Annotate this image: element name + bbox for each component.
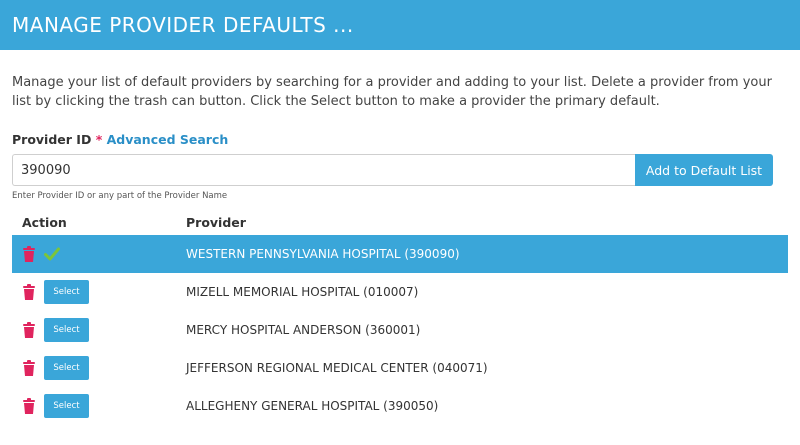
- providers-table: Action Provider WESTERN PENNSYLVANIA HOS…: [12, 209, 788, 425]
- provider-search-row: Add to Default List: [12, 154, 788, 186]
- advanced-search-link[interactable]: Advanced Search: [107, 132, 229, 147]
- table-body: WESTERN PENNSYLVANIA HOSPITAL (390090) Se…: [12, 235, 788, 425]
- add-to-default-list-button[interactable]: Add to Default List: [635, 154, 773, 186]
- provider-name: MERCY HOSPITAL ANDERSON (360001): [186, 323, 421, 337]
- row-actions: [12, 246, 186, 262]
- trash-icon[interactable]: [22, 360, 36, 376]
- table-row: Select JEFFERSON REGIONAL MEDICAL CENTER …: [12, 349, 788, 387]
- trash-icon[interactable]: [22, 246, 36, 262]
- select-button[interactable]: Select: [44, 394, 89, 418]
- required-marker: *: [95, 132, 103, 147]
- trash-icon[interactable]: [22, 398, 36, 414]
- page-title: MANAGE PROVIDER DEFAULTS ...: [12, 13, 354, 37]
- provider-name: JEFFERSON REGIONAL MEDICAL CENTER (04007…: [186, 361, 488, 375]
- table-header: Action Provider: [12, 209, 788, 235]
- checkmark-icon: [44, 247, 60, 261]
- instructions-text: Manage your list of default providers by…: [12, 75, 772, 109]
- page-header: MANAGE PROVIDER DEFAULTS ...: [0, 0, 800, 50]
- provider-column-header: Provider: [186, 214, 246, 230]
- select-button[interactable]: Select: [44, 356, 89, 380]
- action-column-header: Action: [22, 214, 67, 230]
- row-actions: Select: [12, 356, 186, 380]
- table-row: Select ALLEGHENY GENERAL HOSPITAL (390050…: [12, 387, 788, 425]
- provider-id-hint: Enter Provider ID or any part of the Pro…: [12, 191, 228, 201]
- trash-icon[interactable]: [22, 322, 36, 338]
- select-button[interactable]: Select: [44, 280, 89, 304]
- provider-name: WESTERN PENNSYLVANIA HOSPITAL (390090): [186, 247, 460, 261]
- row-actions: Select: [12, 394, 186, 418]
- table-row: Select MIZELL MEMORIAL HOSPITAL (010007): [12, 273, 788, 311]
- row-actions: Select: [12, 318, 186, 342]
- provider-name: MIZELL MEMORIAL HOSPITAL (010007): [186, 285, 419, 299]
- table-row: Select MERCY HOSPITAL ANDERSON (360001): [12, 311, 788, 349]
- main-content: Manage your list of default providers by…: [0, 73, 800, 425]
- trash-icon[interactable]: [22, 284, 36, 300]
- provider-name: ALLEGHENY GENERAL HOSPITAL (390050): [186, 399, 439, 413]
- table-row: WESTERN PENNSYLVANIA HOSPITAL (390090): [12, 235, 788, 273]
- provider-id-label: Provider ID: [12, 132, 92, 147]
- select-button[interactable]: Select: [44, 318, 89, 342]
- provider-id-input[interactable]: [12, 154, 635, 186]
- row-actions: Select: [12, 280, 186, 304]
- provider-id-label-row: Provider ID * Advanced Search: [12, 132, 788, 147]
